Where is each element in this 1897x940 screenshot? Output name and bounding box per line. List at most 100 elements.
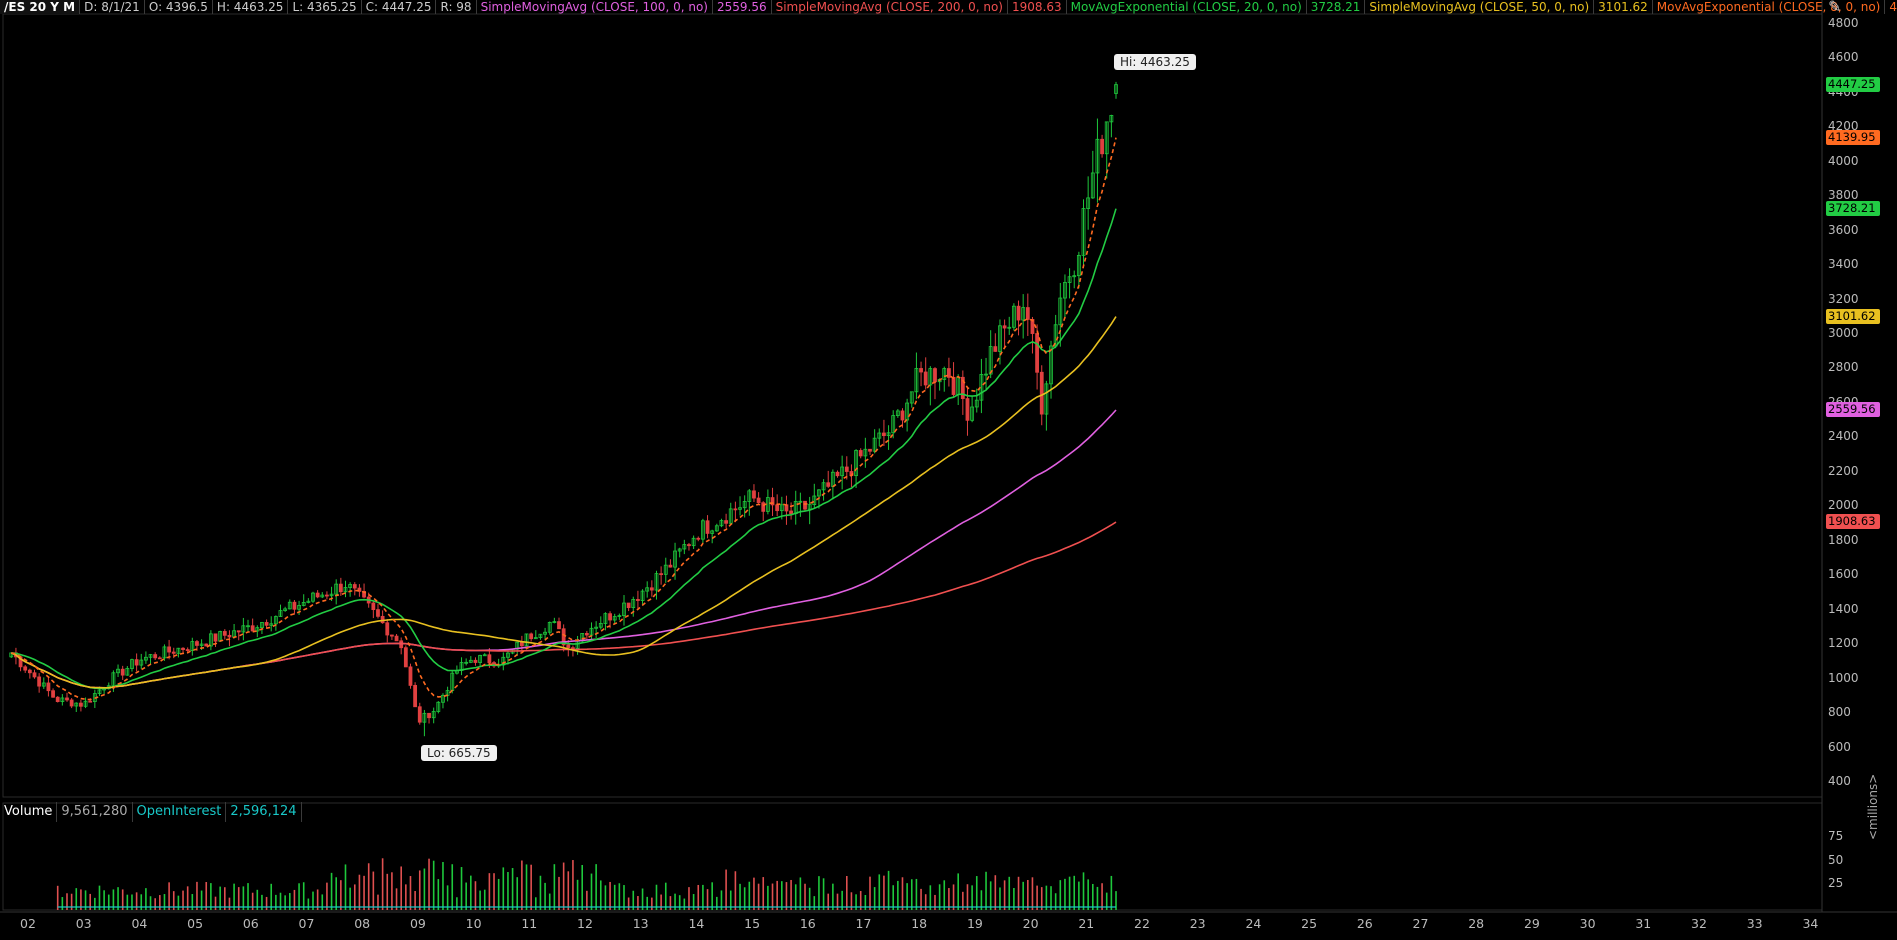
price-tick-label: 1400 (1828, 601, 1859, 616)
candle-body (1035, 333, 1039, 373)
study-label[interactable]: SimpleMovingAvg (CLOSE, 200, 0, no) (772, 0, 1008, 14)
candle-body (636, 599, 640, 601)
study-value: 4139.95 (1885, 0, 1897, 14)
candle-body (157, 657, 162, 660)
price-tick-label: 1000 (1828, 670, 1859, 685)
candle-body (325, 594, 329, 597)
time-tick-label: 34 (1802, 916, 1819, 931)
open-readout: O: 4396.5 (145, 0, 213, 14)
study-value: 2559.56 (713, 0, 772, 14)
candle-body (352, 584, 357, 589)
candle-body (79, 702, 83, 707)
candle-body (649, 587, 654, 591)
range-readout: R: 98 (436, 0, 477, 14)
candle-body (900, 410, 905, 421)
time-tick-label: 05 (187, 916, 204, 931)
candle-body (868, 448, 872, 452)
time-tick-label: 20 (1022, 916, 1039, 931)
price-tick-label: 600 (1828, 739, 1851, 754)
candle-body (1100, 138, 1104, 155)
candle-body (380, 615, 385, 624)
candle-body (1002, 325, 1007, 329)
candle-body (222, 631, 227, 636)
candle-body (1039, 371, 1044, 415)
price-tick-label: 4600 (1828, 50, 1859, 65)
low-annotation: Lo: 665.75 (421, 745, 497, 761)
price-chart[interactable] (0, 0, 1897, 940)
time-tick-label: 04 (131, 916, 148, 931)
study-label[interactable]: SimpleMovingAvg (CLOSE, 100, 0, no) (477, 0, 713, 14)
candle-body (37, 676, 42, 687)
candle-body (687, 544, 691, 547)
price-tick-label: 3000 (1828, 326, 1859, 341)
time-tick-label: 08 (354, 916, 371, 931)
candle-body (264, 622, 269, 626)
moving-average-line (10, 521, 1117, 689)
symbol-label[interactable]: /ES 20 Y M (0, 0, 81, 14)
candle-body (826, 482, 831, 487)
candle-body (724, 520, 729, 524)
candle-body (32, 672, 37, 678)
high-annotation: Hi: 4463.25 (1114, 54, 1196, 70)
time-tick-label: 11 (521, 916, 538, 931)
candle-body (417, 706, 422, 723)
candle-body (236, 630, 241, 633)
candle-body (55, 696, 60, 702)
study-label[interactable]: SimpleMovingAvg (CLOSE, 50, 0, no) (1365, 0, 1595, 14)
volume-tick-label: 25 (1828, 876, 1844, 891)
candle-body (292, 601, 297, 610)
candle-body (933, 368, 937, 383)
time-tick-label: 02 (20, 916, 36, 931)
candle-body (571, 647, 575, 650)
candle-body (965, 398, 970, 421)
candle-body (69, 699, 74, 707)
time-tick-label: 19 (966, 916, 983, 931)
time-tick-label: 07 (298, 916, 315, 931)
candle-body (993, 346, 998, 352)
study-label[interactable]: MovAvgExponential (CLOSE, 8, 0, no) (1653, 0, 1886, 14)
price-tick-label: 2800 (1828, 360, 1859, 375)
time-tick-label: 29 (1523, 916, 1540, 931)
time-tick-label: 23 (1189, 916, 1206, 931)
candle-body (835, 471, 840, 477)
time-tick-label: 10 (465, 916, 482, 931)
candle-body (858, 450, 863, 457)
price-badge: 4447.25 (1826, 76, 1880, 92)
low-readout: L: 4365.25 (288, 0, 362, 14)
volume-tick-label: 75 (1828, 829, 1844, 844)
candle-body (608, 613, 612, 621)
price-tick-label: 2000 (1828, 498, 1859, 513)
candles-group (9, 81, 1118, 737)
date-readout: D: 8/1/21 (80, 0, 145, 14)
time-tick-label: 30 (1579, 916, 1596, 931)
price-tick-label: 4800 (1828, 15, 1859, 30)
price-badge: 2559.56 (1826, 401, 1880, 417)
drawing-tool-icon[interactable]: ✎ (1828, 0, 1841, 16)
candle-body (789, 510, 793, 515)
time-tick-label: 14 (688, 916, 705, 931)
candle-body (134, 659, 139, 666)
candle-body (46, 682, 51, 692)
price-tick-label: 800 (1828, 705, 1851, 720)
study-label[interactable]: MovAvgExponential (CLOSE, 20, 0, no) (1067, 0, 1307, 14)
time-tick-label: 24 (1245, 916, 1262, 931)
volume-tick-label: 50 (1828, 852, 1844, 867)
candle-body (487, 654, 492, 663)
candle-body (882, 432, 886, 437)
moving-average-line (11, 137, 1117, 701)
candle-body (315, 592, 320, 598)
time-tick-label: 06 (242, 916, 259, 931)
time-tick-label: 12 (577, 916, 593, 931)
candle-body (696, 537, 701, 540)
candle-body (919, 368, 923, 373)
open-interest-label[interactable]: OpenInterest (133, 802, 227, 822)
candle-body (1016, 305, 1021, 321)
candle-body (195, 641, 199, 646)
candle-body (390, 634, 394, 637)
candle-body (566, 644, 571, 649)
candle-body (394, 635, 399, 642)
volume-label[interactable]: Volume (0, 802, 58, 822)
time-tick-label: 26 (1356, 916, 1373, 931)
candle-body (65, 697, 69, 701)
time-tick-label: 31 (1635, 916, 1652, 931)
